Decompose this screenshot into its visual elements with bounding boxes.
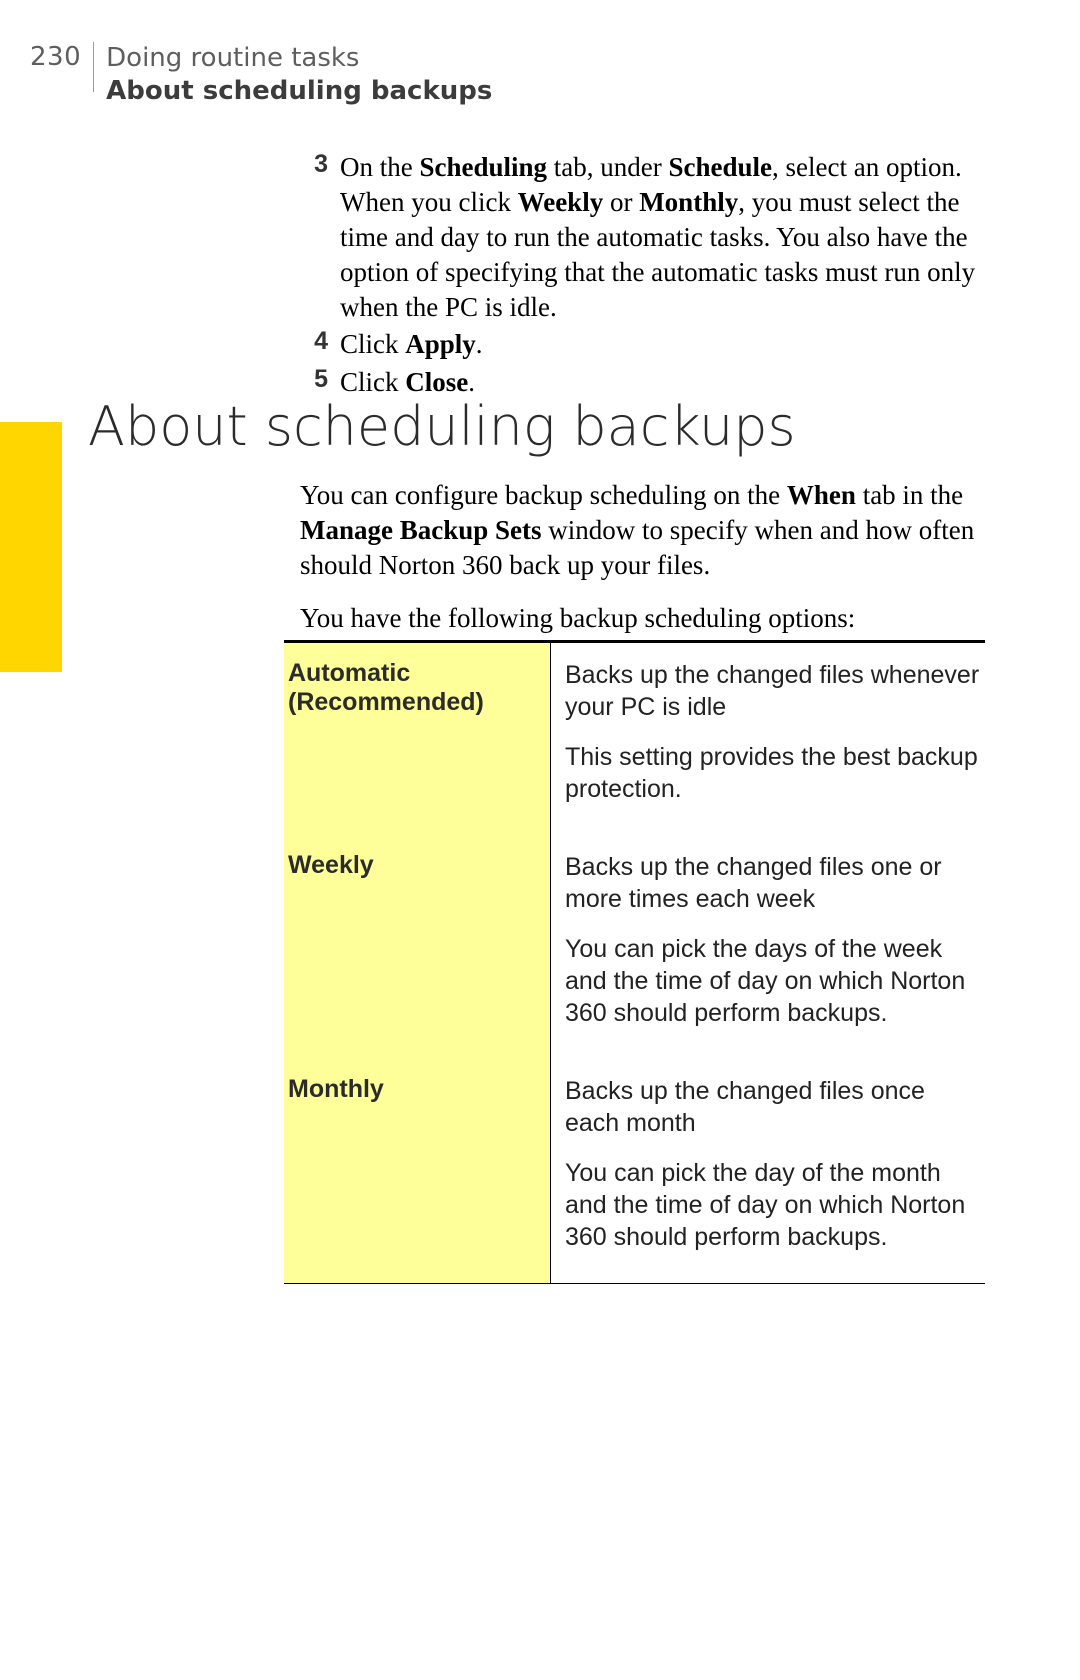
step-item: 4 Click Apply. <box>300 327 985 362</box>
option-name: Weekly <box>284 835 551 1059</box>
section-heading: About scheduling backups <box>88 395 796 458</box>
intro-paragraph: You have the following backup scheduling… <box>300 601 985 636</box>
step-number: 5 <box>300 365 340 394</box>
option-desc-line: You can pick the day of the month and th… <box>565 1157 981 1253</box>
step-body: On the Scheduling tab, under Schedule, s… <box>340 150 985 325</box>
options-table: Automatic (Recommended) Backs up the cha… <box>284 640 985 1284</box>
page: 230 Doing routine tasks About scheduling… <box>0 0 1080 1680</box>
chapter-title: Doing routine tasks <box>106 42 492 75</box>
option-name: Automatic (Recommended) <box>284 643 551 835</box>
intro-block: You can configure backup scheduling on t… <box>300 478 985 654</box>
option-desc: Backs up the changed files once each mon… <box>551 1059 985 1284</box>
option-desc: Backs up the changed files whenever your… <box>551 643 985 835</box>
steps-column: 3 On the Scheduling tab, under Schedule,… <box>300 150 985 402</box>
option-name: Monthly <box>284 1059 551 1284</box>
table-row: Automatic (Recommended) Backs up the cha… <box>284 643 985 835</box>
option-desc-line: Backs up the changed files whenever your… <box>565 659 981 723</box>
table-row: Weekly Backs up the changed files one or… <box>284 835 985 1059</box>
step-number: 3 <box>300 150 340 179</box>
section-title-small: About scheduling backups <box>106 75 492 108</box>
header-divider <box>93 42 94 92</box>
option-desc-line: Backs up the changed files once each mon… <box>565 1075 981 1139</box>
page-number: 230 <box>30 42 93 72</box>
step-item: 3 On the Scheduling tab, under Schedule,… <box>300 150 985 325</box>
step-number: 4 <box>300 327 340 356</box>
running-header: 230 Doing routine tasks About scheduling… <box>30 42 492 107</box>
intro-paragraph: You can configure backup scheduling on t… <box>300 478 985 583</box>
option-desc-line: Backs up the changed files one or more t… <box>565 851 981 915</box>
step-body: Click Apply. <box>340 327 985 362</box>
option-desc: Backs up the changed files one or more t… <box>551 835 985 1059</box>
side-tab <box>0 422 62 672</box>
option-desc-line: You can pick the days of the week and th… <box>565 933 981 1029</box>
step-list: 3 On the Scheduling tab, under Schedule,… <box>300 150 985 400</box>
option-desc-line: This setting provides the best backup pr… <box>565 741 981 805</box>
table-row: Monthly Backs up the changed files once … <box>284 1059 985 1284</box>
